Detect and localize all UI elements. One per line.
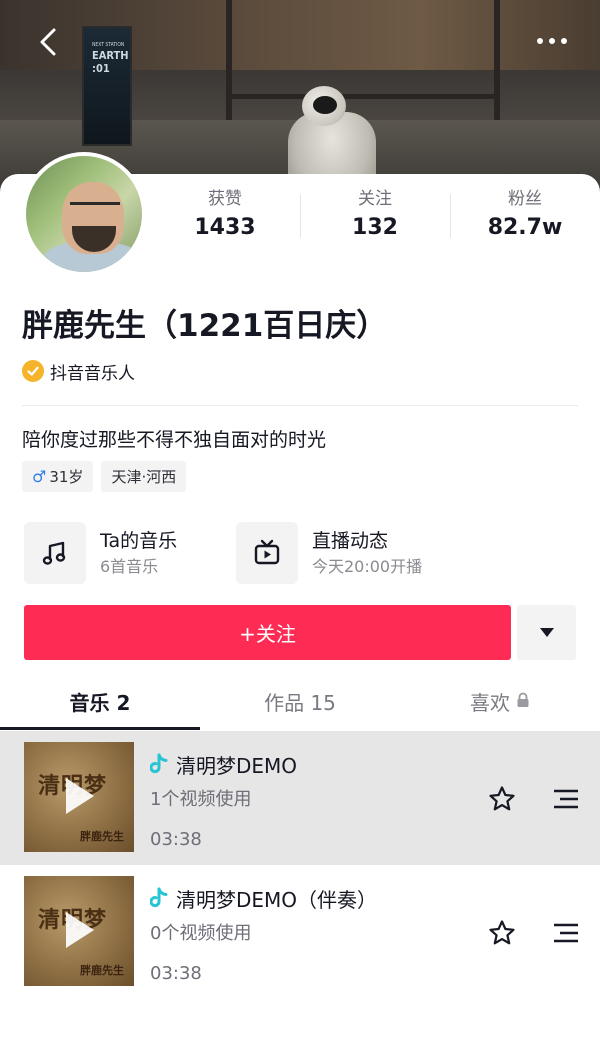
song-duration: 03:38 [150,829,202,850]
stat-followers[interactable]: 粉丝 82.7w [450,188,600,244]
chevron-left-icon [40,28,56,56]
feature-title: Ta的音乐 [100,530,178,552]
stat-label: 获赞 [208,189,242,209]
feature-subtitle: 今天20:00开播 [312,557,423,576]
song-duration: 03:38 [150,963,202,984]
favorite-button[interactable] [486,783,518,815]
stat-following[interactable]: 关注 132 [300,188,450,244]
verified-label: 抖音音乐人 [50,363,135,384]
stat-value: 132 [352,215,398,240]
recommend-dropdown-button[interactable] [517,605,576,660]
tab-works[interactable]: 作品 15 [200,672,400,730]
list-icon [554,789,578,809]
tab-music[interactable]: 音乐 2 [0,672,200,730]
song-title: 清明梦DEMO [176,753,298,778]
song-usage: 0个视频使用 [150,923,252,944]
more-dots-icon [537,38,567,44]
tab-likes[interactable]: 喜欢 [400,672,600,730]
cover-poster-text: NEXT STATION EARTH :01 [92,42,129,75]
tab-label: 音乐 2 [69,690,131,715]
profile-stats: 获赞 1433 关注 132 粉丝 82.7w [150,188,600,244]
tag-age: 31岁 [49,468,84,486]
divider [22,405,578,406]
stat-value: 1433 [194,215,256,240]
song-row[interactable]: 清明梦 胖鹿先生 清明梦DEMO（伴奏） 0个视频使用 03:38 [0,865,600,999]
stat-likes[interactable]: 获赞 1433 [150,188,300,244]
live-tv-icon [236,522,298,584]
profile-nickname: 胖鹿先生（1221百日庆） [22,308,388,344]
song-cover[interactable]: 清明梦 胖鹿先生 [24,742,134,852]
play-icon [66,912,94,948]
avatar-photo [26,156,142,272]
tab-label: 喜欢 [470,690,510,715]
follow-button[interactable]: +关注 [24,605,511,660]
astronaut-visor [313,96,337,114]
triangle-down-icon [539,627,554,637]
profile-tags: ♂ 31岁 天津·河西 [22,461,187,492]
stat-label: 关注 [358,189,392,209]
star-icon [489,920,515,945]
song-title-row: 清明梦DEMO（伴奏） [150,882,377,914]
tag-location: 天津·河西 [101,461,187,492]
add-to-playlist-button[interactable] [550,785,582,813]
avatar[interactable] [22,152,146,276]
cover-poster: NEXT STATION EARTH :01 [82,26,132,146]
list-icon [554,923,578,943]
lock-icon [516,689,530,713]
male-icon: ♂ [32,467,47,486]
music-note-icon [24,522,86,584]
stat-value: 82.7w [487,215,563,240]
tag-gender-age: ♂ 31岁 [22,461,94,492]
verified-badge: 抖音音乐人 [22,358,135,384]
song-usage: 1个视频使用 [150,789,252,810]
feature-subtitle: 6首音乐 [100,557,159,576]
content-tabs: 音乐 2 作品 15 喜欢 [0,672,600,730]
cover-pole [226,0,232,120]
play-icon [66,778,94,814]
tab-label: 作品 15 [264,690,336,715]
cover-pole [494,0,500,120]
tag-location-label: 天津·河西 [111,468,177,486]
song-title-row: 清明梦DEMO [150,748,297,780]
cover-artist: 胖鹿先生 [80,964,124,977]
verified-check-icon [22,360,44,382]
douyin-note-icon [150,887,168,908]
cover-artist: 胖鹿先生 [80,830,124,843]
favorite-button[interactable] [486,917,518,949]
feature-music[interactable]: Ta的音乐 6首音乐 [24,521,177,585]
more-button[interactable] [530,24,574,58]
song-row[interactable]: 清明梦 胖鹿先生 清明梦DEMO 1个视频使用 03:38 [0,731,600,865]
feature-entries: Ta的音乐 6首音乐 直播动态 今天20:00开播 [22,521,578,585]
stat-label: 粉丝 [508,189,542,209]
douyin-note-icon [150,753,168,774]
feature-title: 直播动态 [312,530,389,552]
feature-live[interactable]: 直播动态 今天20:00开播 [236,521,422,585]
cover-rail [226,94,500,99]
add-to-playlist-button[interactable] [550,919,582,947]
song-title: 清明梦DEMO（伴奏） [176,887,378,912]
profile-bio: 陪你度过那些不得不独自面对的时光 [22,429,327,451]
star-icon [489,786,515,811]
song-cover[interactable]: 清明梦 胖鹿先生 [24,876,134,986]
back-button[interactable] [28,22,68,62]
